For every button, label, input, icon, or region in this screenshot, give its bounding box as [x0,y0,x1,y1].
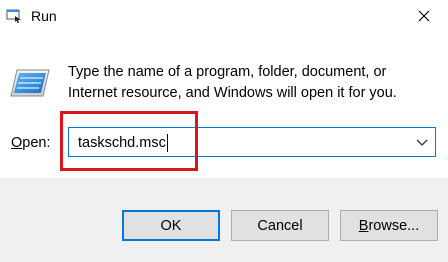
open-label: Open: [11,135,51,151]
close-button[interactable] [400,0,448,32]
ok-button[interactable]: OK [122,210,220,241]
description: Type the name of a program, folder, docu… [68,62,428,104]
chevron-down-icon[interactable] [415,135,429,149]
run-program-icon [10,69,50,97]
description-line: Type the name of a program, folder, docu… [68,64,387,80]
title-bar: Run [0,0,448,32]
browse-button[interactable]: Browse... [340,210,438,241]
window-title: Run [31,8,57,24]
description-line: Internet resource, and Windows will open… [68,85,397,101]
cancel-button[interactable]: Cancel [231,210,329,241]
run-icon [6,9,21,23]
close-icon [418,10,430,22]
highlight-annotation [60,111,198,171]
button-bar: OK Cancel Browse... [0,178,448,262]
